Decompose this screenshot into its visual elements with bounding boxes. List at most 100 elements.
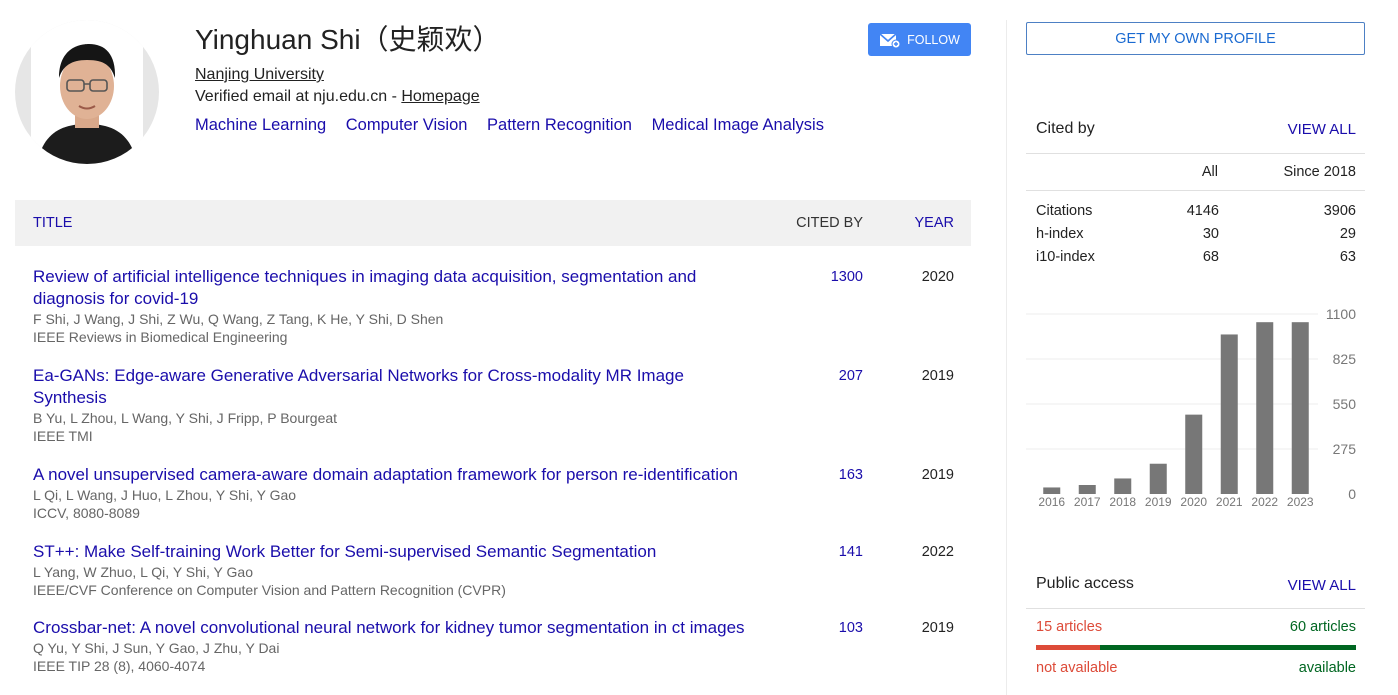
verified-email: Verified email at nju.edu.cn - Homepage: [195, 88, 480, 106]
table-header: TITLE CITED BY YEAR: [15, 200, 971, 246]
stats-row-h-index: h-index 30 29: [1036, 226, 1356, 249]
stat-all: 68: [1202, 249, 1219, 265]
chart-x-tick-label: 2020: [1180, 495, 1207, 509]
chart-bar[interactable]: [1185, 414, 1203, 494]
interest-medical-image-analysis[interactable]: Medical Image Analysis: [652, 116, 824, 134]
article-title[interactable]: A novel unsupervised camera-aware domain…: [33, 464, 793, 486]
stats-row-i10-index: i10-index 68 63: [1036, 249, 1356, 272]
table-row: Review of artificial intelligence techni…: [33, 266, 971, 346]
chart-bar[interactable]: [1078, 485, 1096, 494]
not-available-count-link[interactable]: 15 articles: [1036, 619, 1102, 635]
follow-label: FOLLOW: [907, 32, 960, 47]
not-available-label: not available: [1036, 660, 1118, 676]
article-venue: IEEE Reviews in Biomedical Engineering: [33, 329, 288, 345]
stats-col-all: All: [1201, 164, 1218, 180]
stat-label: i10-index: [1036, 249, 1095, 265]
public-access-bar: [1036, 645, 1356, 650]
chart-x-tick-label: 2016: [1038, 495, 1065, 509]
cited-by-count[interactable]: 1300: [831, 269, 863, 285]
stat-all: 30: [1202, 226, 1219, 242]
interest-pattern-recognition[interactable]: Pattern Recognition: [487, 116, 632, 134]
table-row: A novel unsupervised camera-aware domain…: [33, 464, 971, 522]
article-venue: ICCV, 8080-8089: [33, 505, 140, 521]
chart-y-tick-label: 550: [1333, 396, 1357, 412]
citations-per-year-chart: 0 275 550 825 1100 2016 2017 2018 2019 2020 2021 20…: [1026, 306, 1357, 509]
article-year: 2019: [921, 368, 954, 384]
chart-y-tick-label: 275: [1333, 441, 1357, 457]
stat-all: 4146: [1186, 203, 1219, 219]
article-venue: IEEE TMI: [33, 428, 93, 444]
divider: [1026, 153, 1365, 154]
chart-bar[interactable]: [1291, 322, 1309, 494]
stat-label: h-index: [1036, 226, 1084, 242]
divider: [1026, 190, 1365, 191]
stat-label: Citations: [1036, 203, 1093, 219]
article-year: 2020: [921, 269, 954, 285]
follow-button[interactable]: FOLLOW: [868, 23, 971, 56]
article-authors: B Yu, L Zhou, L Wang, Y Shi, J Fripp, P …: [33, 410, 338, 426]
article-year: 2022: [921, 544, 954, 560]
get-my-own-profile-button[interactable]: GET MY OWN PROFILE: [1026, 22, 1365, 55]
available-label: available: [1298, 660, 1356, 676]
sort-title-header[interactable]: TITLE: [33, 215, 72, 231]
interest-machine-learning[interactable]: Machine Learning: [195, 116, 326, 134]
avatar: [15, 20, 159, 164]
article-year: 2019: [921, 467, 954, 483]
email-text: Verified email at nju.edu.cn -: [195, 88, 402, 105]
public-access-view-all-link[interactable]: VIEW ALL: [1288, 577, 1356, 594]
homepage-link[interactable]: Homepage: [401, 88, 479, 105]
chart-y-tick-label: 1100: [1326, 306, 1356, 322]
article-venue: IEEE TIP 28 (8), 4060-4074: [33, 658, 206, 674]
cited-by-count[interactable]: 103: [839, 620, 863, 636]
chart-x-tick-label: 2022: [1251, 495, 1278, 509]
not-available-fill: [1036, 645, 1100, 650]
chart-x-tick-label: 2021: [1216, 495, 1243, 509]
profile-name: Yinghuan Shi（史颖欢）: [195, 24, 501, 55]
article-authors: F Shi, J Wang, J Shi, Z Wu, Q Wang, Z Ta…: [33, 311, 444, 327]
stats-col-since: Since 2018: [1283, 164, 1356, 180]
article-authors: Q Yu, Y Shi, J Sun, Y Gao, J Zhu, Y Dai: [33, 640, 280, 656]
chart-x-tick-label: 2023: [1287, 495, 1314, 509]
article-venue: IEEE/CVF Conference on Computer Vision a…: [33, 582, 506, 598]
chart-y-tick-label: 0: [1348, 486, 1356, 502]
chart-bar[interactable]: [1220, 334, 1238, 494]
cited-by-count[interactable]: 207: [839, 368, 863, 384]
divider: [1026, 608, 1365, 609]
table-row: Ea-GANs: Edge-aware Generative Adversari…: [33, 365, 971, 445]
table-row: ST++: Make Self-training Work Better for…: [33, 541, 971, 599]
chart-bar[interactable]: [1114, 478, 1132, 494]
affiliation-link[interactable]: Nanjing University: [195, 66, 324, 84]
chart-bar[interactable]: [1149, 463, 1167, 494]
column-divider: [1006, 20, 1007, 695]
sort-year-header[interactable]: YEAR: [915, 215, 955, 231]
cited-by-count[interactable]: 163: [839, 467, 863, 483]
available-count-link[interactable]: 60 articles: [1290, 619, 1356, 635]
profile-photo: [31, 20, 143, 164]
stat-since: 29: [1339, 226, 1356, 242]
article-title[interactable]: Ea-GANs: Edge-aware Generative Adversari…: [33, 365, 753, 409]
cited-by-count[interactable]: 141: [839, 544, 863, 560]
chart-x-tick-label: 2019: [1145, 495, 1172, 509]
public-access-title: Public access: [1036, 575, 1134, 592]
article-title[interactable]: Review of artificial intelligence techni…: [33, 266, 753, 310]
article-year: 2019: [921, 620, 954, 636]
mail-plus-icon: [879, 32, 901, 48]
chart-y-tick-label: 825: [1333, 351, 1357, 367]
cited-by-view-all-link[interactable]: VIEW ALL: [1288, 121, 1356, 138]
stats-row-citations: Citations 4146 3906: [1036, 203, 1356, 226]
stat-since: 63: [1339, 249, 1356, 265]
interest-computer-vision[interactable]: Computer Vision: [346, 116, 468, 134]
stat-since: 3906: [1323, 203, 1356, 219]
chart-bar[interactable]: [1256, 322, 1274, 494]
chart-x-tick-label: 2018: [1109, 495, 1136, 509]
chart-bar[interactable]: [1043, 487, 1061, 494]
article-title[interactable]: ST++: Make Self-training Work Better for…: [33, 541, 753, 563]
article-authors: L Yang, W Zhuo, L Qi, Y Shi, Y Gao: [33, 564, 253, 580]
table-row: Crossbar-net: A novel convolutional neur…: [33, 617, 971, 675]
chart-x-tick-label: 2017: [1074, 495, 1101, 509]
research-interests: Machine Learning Computer Vision Pattern…: [195, 116, 839, 135]
article-title[interactable]: Crossbar-net: A novel convolutional neur…: [33, 617, 753, 639]
article-authors: L Qi, L Wang, J Huo, L Zhou, Y Shi, Y Ga…: [33, 487, 297, 503]
cited-by-title: Cited by: [1036, 120, 1095, 137]
cited-by-header: CITED BY: [796, 215, 863, 231]
